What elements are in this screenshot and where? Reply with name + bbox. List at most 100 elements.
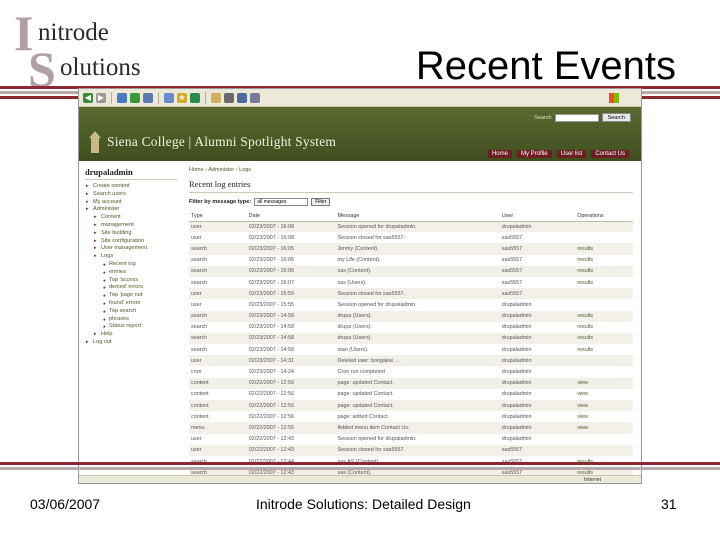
sidebar-item[interactable]: entries xyxy=(85,269,177,277)
cell-operations[interactable] xyxy=(575,288,633,300)
cell-operations[interactable]: results xyxy=(575,254,633,266)
nav-my-profile[interactable]: My Profile xyxy=(516,150,552,158)
cell-operations[interactable]: results xyxy=(575,332,633,345)
cell-operations[interactable] xyxy=(575,299,633,311)
cell-message[interactable]: sas (Users). xyxy=(335,276,500,289)
cell-user[interactable]: drupaladmin xyxy=(499,344,576,356)
cell-operations[interactable]: results xyxy=(575,321,633,333)
sidebar-item[interactable]: phrases xyxy=(85,316,177,324)
cell-message[interactable]: Session closed for sas5557. xyxy=(335,232,500,244)
cell-message[interactable]: drupa (Users). xyxy=(335,332,500,345)
cell-user[interactable]: sas5557 xyxy=(499,276,576,289)
cell-message[interactable]: stan (Users). xyxy=(335,344,500,356)
cell-message[interactable]: Deleted user: boogaloe ... xyxy=(335,355,500,367)
cell-message[interactable]: my Life (Content). xyxy=(335,254,500,266)
cell-operations[interactable] xyxy=(575,221,633,233)
cell-user[interactable]: sas5557 xyxy=(499,288,576,300)
favorites-icon[interactable]: ★ xyxy=(177,92,187,103)
cell-message[interactable]: Session opened for drupaladmin. xyxy=(335,299,500,311)
home-icon[interactable] xyxy=(143,92,153,103)
cell-message[interactable]: Session opened for drupaladmin. xyxy=(335,433,500,445)
cell-user[interactable]: sas5557 xyxy=(499,232,576,244)
cell-operations[interactable]: view xyxy=(575,388,633,400)
print-icon[interactable] xyxy=(224,92,234,103)
cell-operations[interactable] xyxy=(575,355,633,367)
forward-icon[interactable]: ▶ xyxy=(96,92,106,103)
cell-user[interactable]: drupaladmin xyxy=(499,377,576,389)
back-icon[interactable]: ◀ xyxy=(83,92,93,103)
cell-message[interactable]: page: updated Contact. xyxy=(335,388,500,400)
cell-operations[interactable]: results xyxy=(575,276,633,289)
cell-operations[interactable]: view xyxy=(575,422,633,434)
breadcrumb[interactable]: Home › Administer › Logs xyxy=(189,167,633,173)
nav-home[interactable]: Home xyxy=(487,150,512,158)
cell-user[interactable]: drupaladmin xyxy=(499,366,576,378)
sidebar-item[interactable]: Site configuration xyxy=(85,238,177,246)
sidebar-item[interactable]: Status report xyxy=(85,323,177,331)
cell-operations[interactable]: view xyxy=(575,411,633,423)
cell-user[interactable]: drupaladmin xyxy=(499,221,576,233)
cell-message[interactable]: page: updated Contact. xyxy=(335,400,500,412)
cell-user[interactable]: drupaladmin xyxy=(499,433,576,445)
cell-operations[interactable]: results xyxy=(575,344,633,356)
mail-icon[interactable] xyxy=(211,92,221,103)
cell-message[interactable]: Added menu item Contact Us. xyxy=(335,422,500,434)
refresh-icon[interactable] xyxy=(130,92,140,103)
cell-message[interactable]: drupa (Users). xyxy=(335,310,500,322)
sidebar-item[interactable]: Recent log xyxy=(85,261,177,269)
sidebar-item[interactable]: Top search xyxy=(85,308,177,316)
cell-operations[interactable]: view xyxy=(575,377,633,389)
cell-user[interactable]: drupaladmin xyxy=(499,388,576,400)
stop-icon[interactable] xyxy=(117,92,127,103)
cell-user[interactable]: drupaladmin xyxy=(499,310,576,322)
cell-message[interactable]: page: added Contact. xyxy=(335,411,500,423)
cell-message[interactable]: Session opened for drupaladmin. xyxy=(335,221,500,233)
sidebar-item[interactable]: Site building xyxy=(85,230,177,238)
nav-contact-us[interactable]: Contact Us xyxy=(591,150,629,158)
cell-operations[interactable] xyxy=(575,232,633,244)
cell-user[interactable]: drupaladmin xyxy=(499,355,576,367)
cell-user[interactable]: sas5557 xyxy=(499,254,576,266)
sidebar-item[interactable]: My account xyxy=(85,199,177,207)
sidebar-item[interactable]: Create content xyxy=(85,183,177,191)
sidebar-item[interactable]: Logs xyxy=(85,253,177,261)
filter-select[interactable]: all messages xyxy=(254,198,309,206)
sidebar-item[interactable]: Administer xyxy=(85,206,177,214)
sidebar-item[interactable]: Log out xyxy=(85,339,177,347)
cell-operations[interactable]: results xyxy=(575,310,633,322)
cell-user[interactable]: drupaladmin xyxy=(499,332,576,345)
cell-user[interactable]: drupaladmin xyxy=(499,411,576,423)
sidebar-item[interactable]: Top 'page not xyxy=(85,292,177,300)
filter-button[interactable]: Filter xyxy=(311,198,331,206)
nav-user-list[interactable]: User list xyxy=(556,150,587,158)
sidebar-item[interactable]: Search users xyxy=(85,191,177,199)
sidebar-item[interactable]: found' errors xyxy=(85,300,177,308)
sidebar-item[interactable]: Help xyxy=(85,331,177,339)
search-input[interactable] xyxy=(554,113,599,122)
cell-operations[interactable] xyxy=(575,366,633,378)
cell-message[interactable]: Cron run completed xyxy=(335,366,500,378)
history-icon[interactable] xyxy=(190,92,200,103)
sidebar-item[interactable]: Top 'access xyxy=(85,277,177,285)
column-header-user[interactable]: User xyxy=(499,212,576,222)
sidebar-item[interactable]: Content xyxy=(85,214,177,222)
cell-operations[interactable] xyxy=(575,444,633,456)
cell-user[interactable]: drupaladmin xyxy=(499,400,576,412)
discuss-icon[interactable] xyxy=(250,92,260,103)
cell-user[interactable]: drupaladmin xyxy=(499,321,576,333)
search-button[interactable]: Search xyxy=(601,113,631,122)
cell-user[interactable]: drupaladmin xyxy=(499,299,576,311)
column-header-date[interactable]: Date xyxy=(246,212,336,222)
cell-user[interactable]: sas5557 xyxy=(499,444,576,456)
edit-icon[interactable] xyxy=(237,92,247,103)
cell-operations[interactable]: results xyxy=(575,265,633,277)
cell-user[interactable]: sas5557 xyxy=(499,265,576,277)
cell-message[interactable]: sas (Content). xyxy=(335,265,500,277)
cell-message[interactable]: Session closed for sas5557. xyxy=(335,444,500,456)
cell-message[interactable]: Session closed for sas5557. xyxy=(335,288,500,300)
cell-message[interactable]: page: updated Contact. xyxy=(335,377,500,389)
cell-message[interactable]: drupa (Users). xyxy=(335,321,500,333)
cell-operations[interactable]: view xyxy=(575,400,633,412)
column-header-type[interactable]: Type xyxy=(189,212,247,222)
sidebar-item[interactable]: User management xyxy=(85,245,177,253)
